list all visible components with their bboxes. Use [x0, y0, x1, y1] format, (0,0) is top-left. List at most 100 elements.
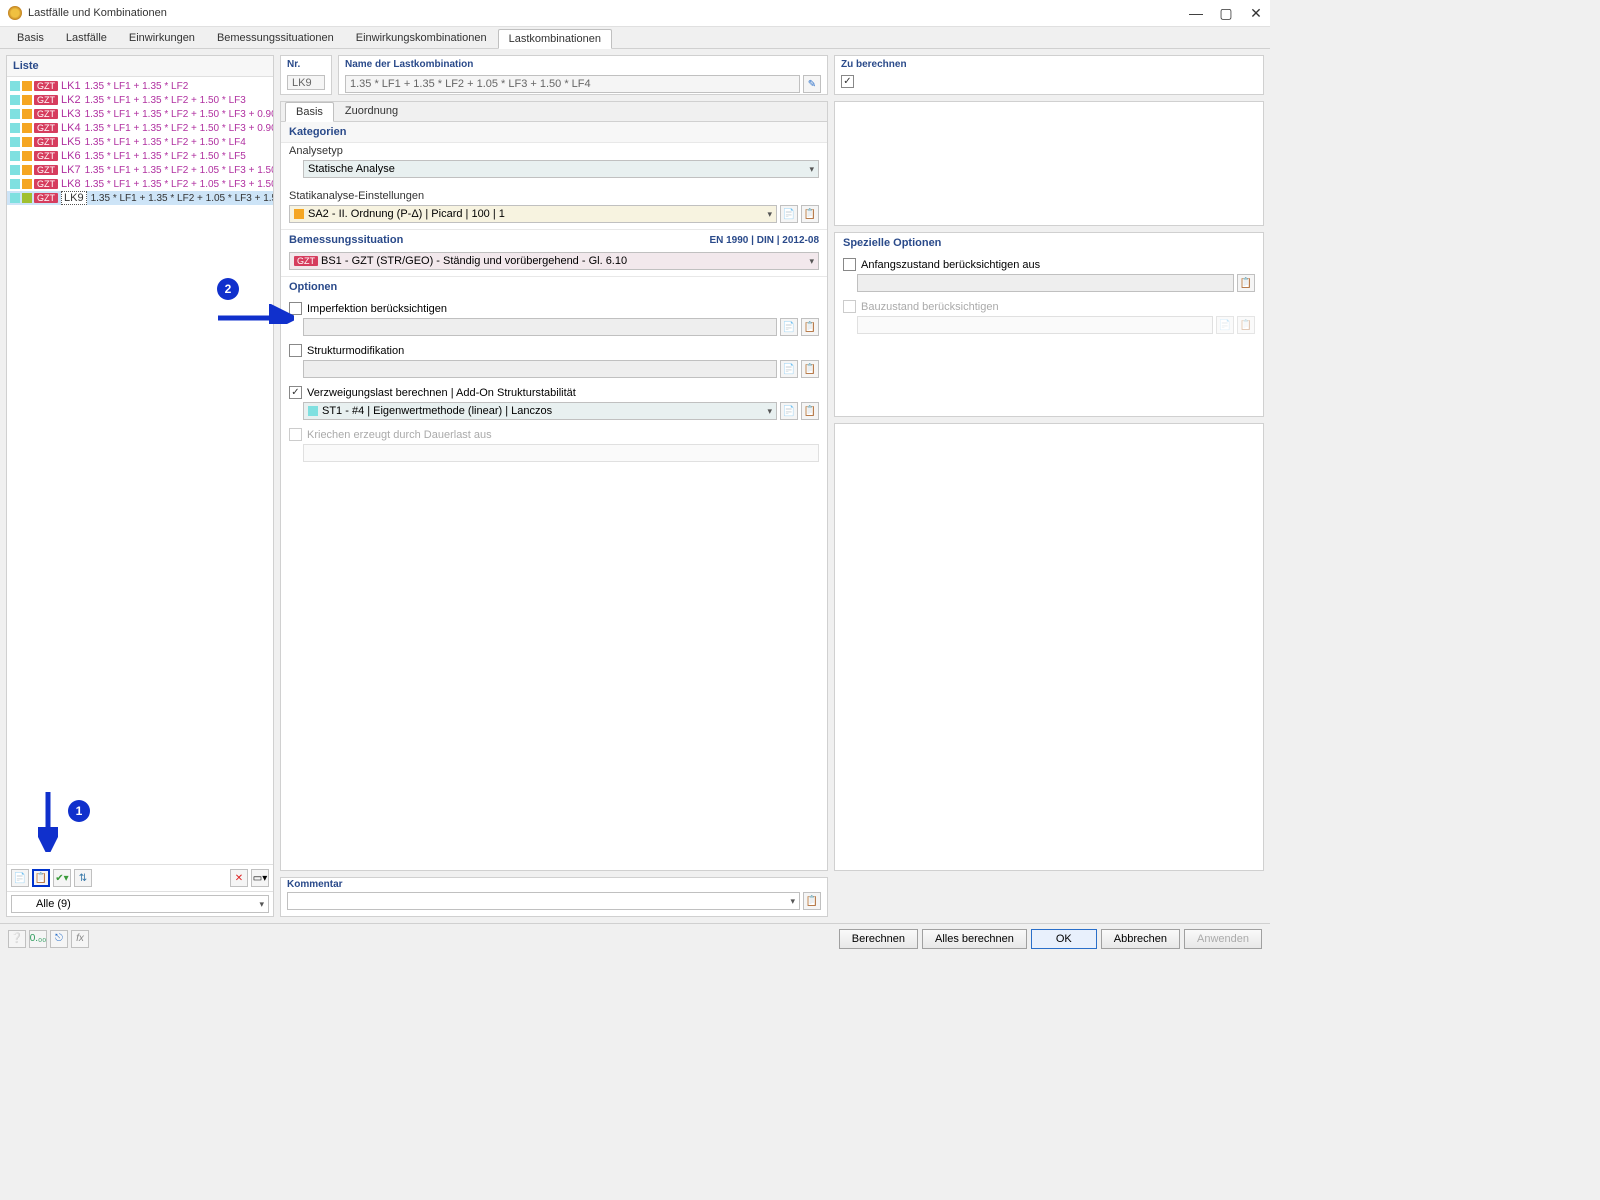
new-item-button[interactable]: 📄 [11, 869, 29, 887]
initial-checkbox[interactable] [843, 258, 856, 271]
nr-input[interactable]: LK9 [287, 75, 325, 90]
tab-bemessungssituationen[interactable]: Bemessungssituationen [206, 28, 345, 48]
list-item-lk7[interactable]: GZTLK71.35 * LF1 + 1.35 * LF2 + 1.05 * L… [7, 163, 273, 177]
tab-einwirkungen[interactable]: Einwirkungen [118, 28, 206, 48]
branching-checkbox[interactable]: ✓ [289, 386, 302, 399]
list-item-lk1[interactable]: GZTLK1 1.35 * LF1 + 1.35 * LF2 [7, 79, 273, 93]
settings-select[interactable]: SA2 - II. Ordnung (P-Δ) | Picard | 100 |… [289, 205, 777, 223]
tree-view-button[interactable]: ⎋ [50, 930, 68, 948]
ok-button[interactable]: OK [1031, 929, 1097, 949]
initial-edit-button[interactable]: 📋 [1237, 274, 1255, 292]
minimize-button[interactable]: — [1190, 7, 1202, 19]
display-mode-button[interactable]: ▭▾ [251, 869, 269, 887]
abbrechen-button[interactable]: Abbrechen [1101, 929, 1180, 949]
fx-button[interactable]: fx [71, 930, 89, 948]
app-icon [8, 6, 22, 20]
tab-basis[interactable]: Basis [6, 28, 55, 48]
initial-label: Anfangszustand berücksichtigen aus [861, 259, 1040, 271]
construction-checkbox [843, 300, 856, 313]
structmod-edit-button[interactable]: 📋 [801, 360, 819, 378]
calc-checkbox[interactable]: ✓ [841, 75, 854, 88]
structmod-label: Strukturmodifikation [307, 345, 404, 357]
item-id: LK7 [61, 164, 81, 176]
gzt-tag: GZT [34, 137, 58, 147]
check-button[interactable]: ✔▾ [53, 869, 71, 887]
edit-name-button[interactable]: ✎ [803, 75, 821, 93]
item-desc: 1.35 * LF1 + 1.35 * LF2 + 1.50 * LF3 + 0… [85, 109, 273, 120]
branching-edit-button[interactable]: 📋 [801, 402, 819, 420]
imperfection-input [303, 318, 777, 336]
options-header: Optionen [281, 276, 827, 297]
maximize-button[interactable]: ▢ [1220, 7, 1232, 19]
item-id: LK4 [61, 122, 81, 134]
kommentar-edit-button[interactable]: 📋 [803, 892, 821, 910]
alles-berechnen-button[interactable]: Alles berechnen [922, 929, 1027, 949]
list-panel: Liste GZTLK11.35 * LF1 + 1.35 * LF2GZTLK… [6, 55, 274, 917]
branching-new-button[interactable]: 📄 [780, 402, 798, 420]
right-bottom-panel [834, 423, 1264, 871]
tree-button[interactable]: ⇅ [74, 869, 92, 887]
item-desc: 1.35 * LF1 + 1.35 * LF2 [85, 81, 189, 92]
list-item-lk3[interactable]: GZTLK31.35 * LF1 + 1.35 * LF2 + 1.50 * L… [7, 107, 273, 121]
berechnen-button[interactable]: Berechnen [839, 929, 918, 949]
construction-new-button: 📄 [1216, 316, 1234, 334]
item-desc: 1.35 * LF1 + 1.35 * LF2 + 1.05 * LF3 + 1… [91, 193, 273, 204]
subtab-zuordnung[interactable]: Zuordnung [334, 101, 409, 121]
cyan-square-icon [10, 109, 20, 119]
right-top-panel [834, 101, 1264, 226]
subtab-basis[interactable]: Basis [285, 102, 334, 122]
delete-button[interactable]: ✕ [230, 869, 248, 887]
new-settings-button[interactable]: 📄 [780, 205, 798, 223]
branching-label: Verzweigungslast berechnen | Add-On Stru… [307, 387, 576, 399]
edit-settings-button[interactable]: 📋 [801, 205, 819, 223]
gzt-tag: GZT [34, 81, 58, 91]
help-button[interactable]: ❔ [8, 930, 26, 948]
list-item-lk8[interactable]: GZTLK81.35 * LF1 + 1.35 * LF2 + 1.05 * L… [7, 177, 273, 191]
initial-input [857, 274, 1234, 292]
calc-box: Zu berechnen ✓ [834, 55, 1264, 95]
list-item-lk4[interactable]: GZTLK41.35 * LF1 + 1.35 * LF2 + 1.50 * L… [7, 121, 273, 135]
structmod-checkbox[interactable] [289, 344, 302, 357]
branching-select[interactable]: ST1 - #4 | Eigenwertmethode (linear) | L… [303, 402, 777, 420]
construction-edit-button: 📋 [1237, 316, 1255, 334]
kommentar-input[interactable]: ▾ [287, 892, 800, 910]
analysis-select[interactable]: Statische Analyse▾ [303, 160, 819, 178]
status-square-icon [22, 151, 32, 161]
copy-item-button[interactable]: 📋 [32, 869, 50, 887]
item-id: LK1 [61, 80, 81, 92]
design-norm: EN 1990 | DIN | 2012-08 [709, 235, 819, 246]
cyan-indicator-icon [308, 406, 318, 416]
list-item-lk5[interactable]: GZTLK51.35 * LF1 + 1.35 * LF2 + 1.50 * L… [7, 135, 273, 149]
item-id: LK2 [61, 94, 81, 106]
anwenden-button: Anwenden [1184, 929, 1262, 949]
imperfection-edit-button[interactable]: 📋 [801, 318, 819, 336]
units-button[interactable]: 0.₀₀ [29, 930, 47, 948]
imperfection-new-button[interactable]: 📄 [780, 318, 798, 336]
gzt-tag: GZT [34, 179, 58, 189]
design-header: Bemessungssituation [289, 234, 403, 246]
tab-lastfaelle[interactable]: Lastfälle [55, 28, 118, 48]
status-square-icon [22, 95, 32, 105]
name-box: Name der Lastkombination 1.35 * LF1 + 1.… [338, 55, 828, 95]
list-item-lk9[interactable]: GZTLK91.35 * LF1 + 1.35 * LF2 + 1.05 * L… [7, 191, 273, 205]
close-button[interactable]: ✕ [1250, 7, 1262, 19]
list-item-lk2[interactable]: GZTLK21.35 * LF1 + 1.35 * LF2 + 1.50 * L… [7, 93, 273, 107]
filter-value: Alle (9) [16, 898, 71, 910]
list-item-lk6[interactable]: GZTLK61.35 * LF1 + 1.35 * LF2 + 1.50 * L… [7, 149, 273, 163]
analysis-label: Analysetyp [289, 145, 819, 157]
tab-lastkombinationen[interactable]: Lastkombinationen [498, 29, 612, 49]
structmod-new-button[interactable]: 📄 [780, 360, 798, 378]
design-select[interactable]: GZTBS1 - GZT (STR/GEO) - Ständig und vor… [289, 252, 819, 270]
status-square-icon [22, 81, 32, 91]
annotation-1-arrow [38, 792, 58, 852]
cyan-square-icon [10, 193, 20, 203]
item-id: LK8 [61, 178, 81, 190]
cyan-square-icon [10, 123, 20, 133]
list-body[interactable]: GZTLK11.35 * LF1 + 1.35 * LF2GZTLK21.35 … [7, 77, 273, 864]
status-square-icon [22, 179, 32, 189]
cyan-square-icon [10, 165, 20, 175]
filter-select[interactable]: Alle (9) ▾ [11, 895, 269, 913]
name-input[interactable]: 1.35 * LF1 + 1.35 * LF2 + 1.05 * LF3 + 1… [345, 75, 800, 93]
item-desc: 1.35 * LF1 + 1.35 * LF2 + 1.50 * LF4 [85, 137, 246, 148]
tab-einwirkungskombinationen[interactable]: Einwirkungskombinationen [345, 28, 498, 48]
